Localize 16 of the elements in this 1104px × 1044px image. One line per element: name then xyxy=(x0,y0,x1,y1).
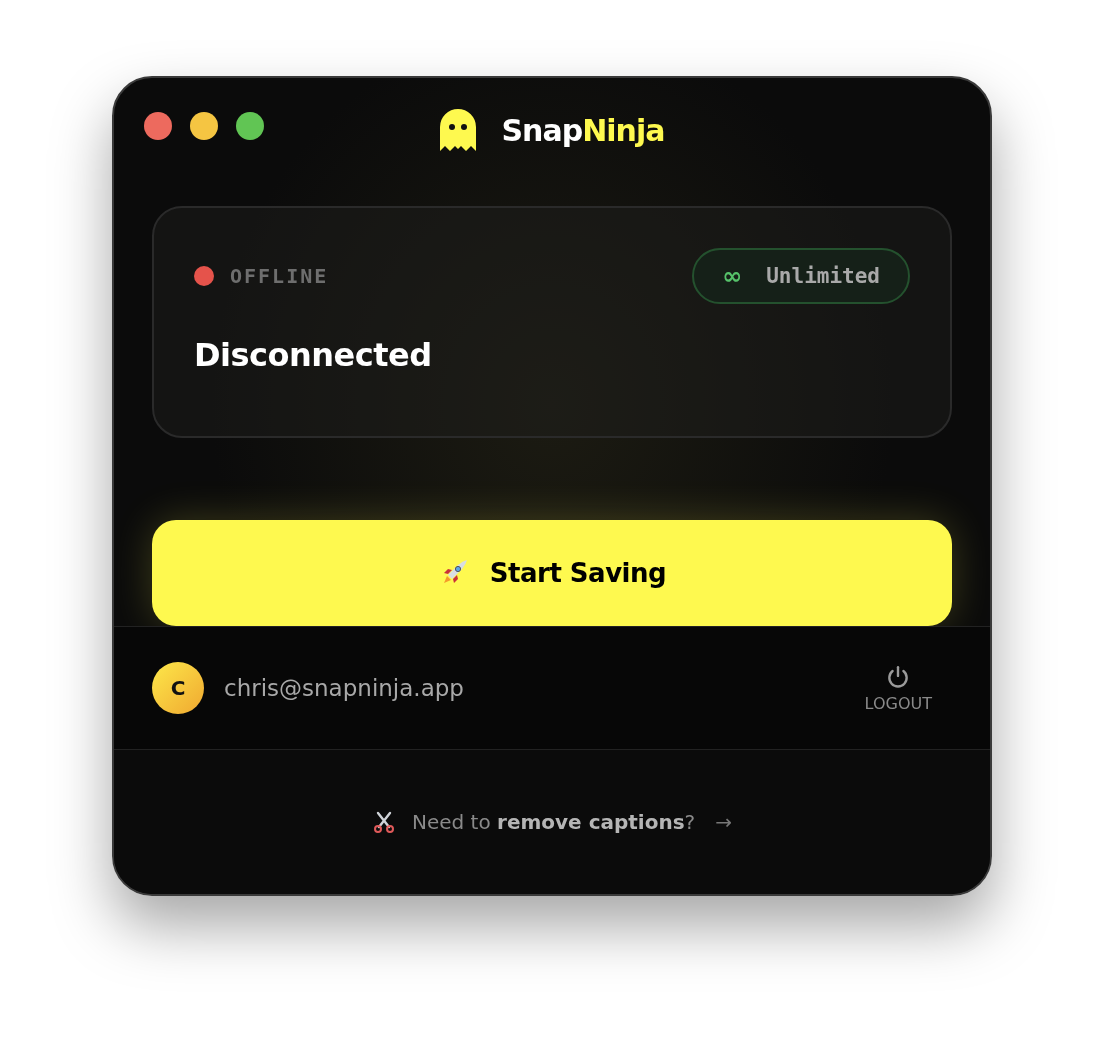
close-button[interactable] xyxy=(144,112,172,140)
minimize-button[interactable] xyxy=(190,112,218,140)
connection-heading: Disconnected xyxy=(194,336,433,374)
avatar: C xyxy=(152,662,204,714)
ghost-icon xyxy=(439,109,476,151)
maximize-button[interactable] xyxy=(236,112,264,140)
account-email: chris@snapninja.app xyxy=(224,675,464,701)
logout-button[interactable]: LOGOUT xyxy=(864,663,932,713)
start-saving-button[interactable]: Start Saving xyxy=(152,520,952,626)
status-label: OFFLINE xyxy=(230,264,329,288)
app-title: SnapNinja xyxy=(501,112,665,148)
scissors-icon xyxy=(372,810,396,834)
arrow-icon[interactable]: → xyxy=(715,810,732,834)
promo-link[interactable]: Need to remove captions? xyxy=(412,810,696,834)
plan-label: Unlimited xyxy=(766,264,880,288)
infinity-icon: ∞ xyxy=(722,262,743,290)
